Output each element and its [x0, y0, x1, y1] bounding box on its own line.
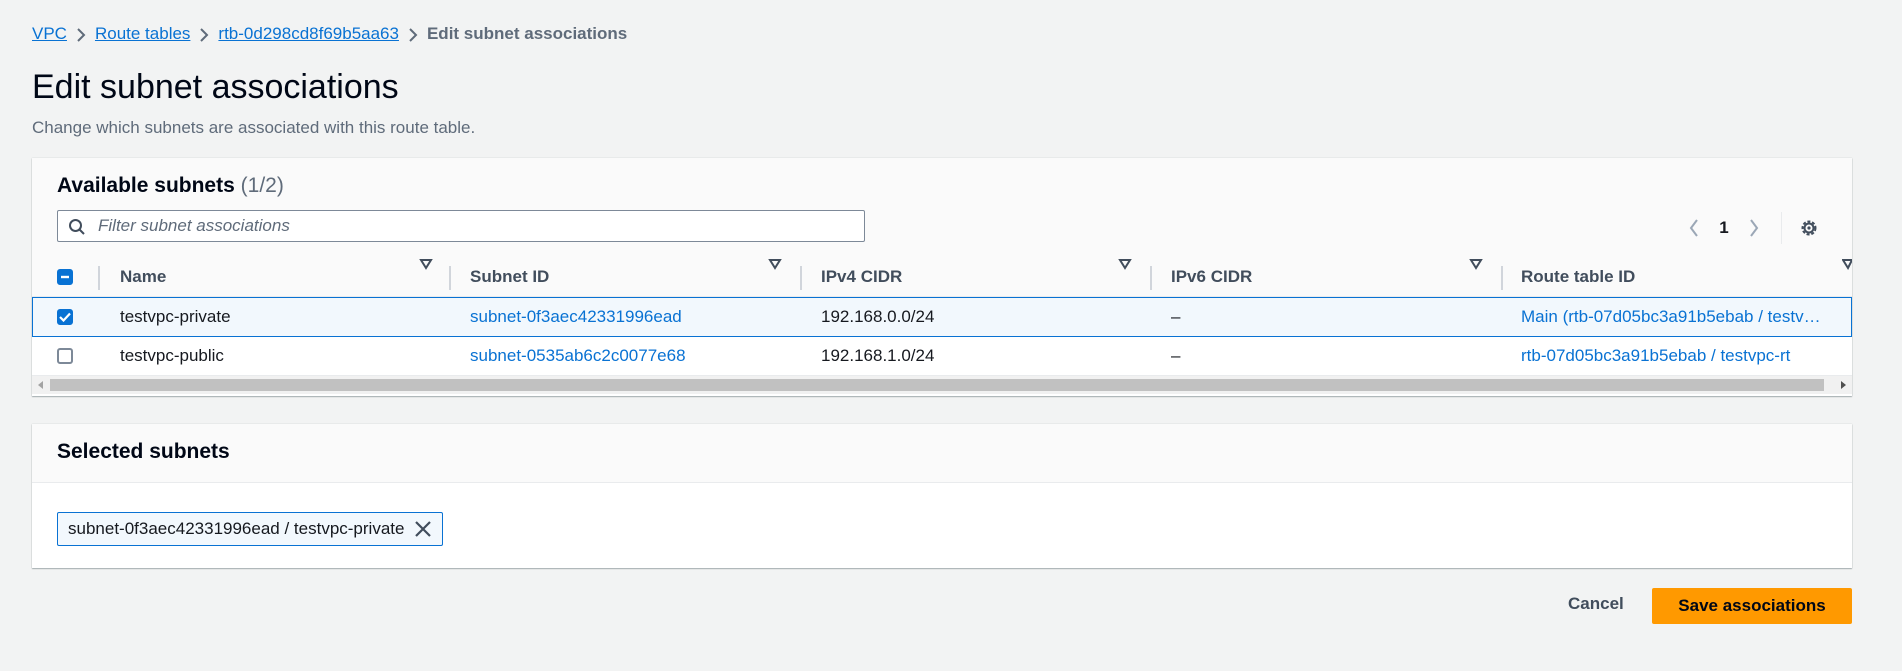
cell-name: testvpc-private: [120, 307, 231, 326]
column-header-name[interactable]: Name: [120, 258, 166, 296]
selected-subnet-token-label: subnet-0f3aec42331996ead / testvpc-priva…: [68, 519, 405, 538]
table-row[interactable]: testvpc-private subnet-0f3aec42331996ead…: [32, 297, 1852, 337]
column-divider[interactable]: [1150, 266, 1152, 290]
breadcrumb: VPC Route tables rtb-0d298cd8f69b5aa63 E…: [32, 24, 627, 44]
scroll-left-arrow-icon[interactable]: [32, 376, 50, 394]
cell-route-table-link[interactable]: Main (rtb-07d05bc3a91b5ebab / testv…: [1521, 298, 1821, 336]
scrollbar-thumb[interactable]: [50, 379, 1824, 391]
table-header: Name Subnet ID IPv4 CIDR IPv6 CIDR Route…: [32, 258, 1852, 297]
table-row[interactable]: testvpc-public subnet-0535ab6c2c0077e68 …: [32, 337, 1852, 376]
chevron-right-icon: [399, 24, 427, 44]
indeterminate-icon: [61, 275, 69, 279]
gear-icon: [1801, 220, 1817, 236]
cell-ipv4-cidr: 192.168.0.0/24: [821, 307, 935, 326]
column-divider[interactable]: [449, 266, 451, 290]
breadcrumb-current: Edit subnet associations: [426, 24, 628, 43]
available-subnets-title-text: Available subnets: [57, 174, 235, 197]
previous-page-button[interactable]: [1679, 213, 1709, 243]
selected-subnets-header: Selected subnets: [32, 424, 1852, 483]
column-header-subnet-id[interactable]: Subnet ID: [470, 258, 549, 296]
pagination: 1: [1679, 212, 1824, 244]
row-checkbox-cell: [57, 298, 73, 336]
select-all-checkbox[interactable]: [57, 269, 73, 285]
cell-subnet-id-link[interactable]: subnet-0535ab6c2c0077e68: [470, 337, 686, 375]
available-subnets-count: (1/2): [240, 174, 284, 197]
checkmark-icon: [59, 312, 71, 322]
cell-ipv4-cidr: 192.168.1.0/24: [821, 346, 935, 365]
chevron-right-icon: [67, 24, 95, 44]
sort-caret-icon[interactable]: [1842, 258, 1852, 270]
selected-subnet-token: subnet-0f3aec42331996ead / testvpc-priva…: [57, 512, 444, 546]
column-divider[interactable]: [1501, 266, 1503, 290]
available-subnets-header: Available subnets (1/2) 1: [32, 158, 1852, 259]
selected-subnets-panel: Selected subnets subnet-0f3aec42331996ea…: [32, 424, 1852, 568]
sort-caret-icon[interactable]: [419, 258, 433, 270]
cell-subnet-id-link[interactable]: subnet-0f3aec42331996ead: [470, 298, 682, 336]
column-divider: [98, 266, 100, 290]
chevron-right-icon: [1750, 219, 1759, 237]
selected-subnets-title: Selected subnets: [57, 440, 230, 463]
column-header-ipv6-cidr[interactable]: IPv6 CIDR: [1171, 258, 1252, 296]
scroll-right-arrow-icon[interactable]: [1834, 376, 1852, 394]
chevron-right-icon: [190, 24, 218, 44]
filter-box: [57, 210, 865, 242]
available-subnets-panel: Available subnets (1/2) 1: [32, 158, 1852, 396]
breadcrumb-vpc[interactable]: VPC: [32, 24, 67, 44]
close-icon: [415, 521, 432, 537]
sort-caret-icon[interactable]: [768, 258, 782, 270]
pager-divider: [1781, 212, 1782, 244]
subnets-table: Name Subnet ID IPv4 CIDR IPv6 CIDR Route…: [32, 258, 1852, 376]
horizontal-scrollbar[interactable]: [32, 376, 1852, 394]
page-description: Change which subnets are associated with…: [32, 118, 476, 137]
row-checkbox-cell: [57, 337, 73, 375]
next-page-button[interactable]: [1739, 213, 1769, 243]
page-title: Edit subnet associations: [32, 68, 399, 106]
column-divider[interactable]: [800, 266, 802, 290]
page-number[interactable]: 1: [1709, 218, 1739, 238]
breadcrumb-route-table-id[interactable]: rtb-0d298cd8f69b5aa63: [218, 24, 399, 44]
remove-token-button[interactable]: [414, 520, 432, 538]
select-all-cell: [57, 258, 73, 296]
page: VPC Route tables rtb-0d298cd8f69b5aa63 E…: [0, 0, 1902, 671]
row-checkbox[interactable]: [57, 348, 73, 364]
save-associations-button[interactable]: Save associations: [1652, 588, 1852, 624]
available-subnets-title: Available subnets (1/2): [57, 174, 284, 198]
row-checkbox[interactable]: [57, 309, 73, 325]
cell-ipv6-cidr: –: [1171, 307, 1181, 326]
column-header-ipv4-cidr[interactable]: IPv4 CIDR: [821, 258, 902, 296]
sort-caret-icon[interactable]: [1469, 258, 1483, 270]
preferences-button[interactable]: [1794, 213, 1824, 243]
sort-caret-icon[interactable]: [1118, 258, 1132, 270]
cancel-button[interactable]: Cancel: [1548, 586, 1644, 622]
chevron-left-icon: [1689, 219, 1698, 237]
cell-route-table-link[interactable]: rtb-07d05bc3a91b5ebab / testvpc-rt: [1521, 337, 1790, 375]
cell-ipv6-cidr: –: [1171, 346, 1181, 365]
breadcrumb-route-tables[interactable]: Route tables: [95, 24, 190, 44]
search-icon: [69, 219, 85, 235]
cell-name: testvpc-public: [120, 346, 224, 365]
filter-input[interactable]: [98, 211, 848, 241]
column-header-route-table-id[interactable]: Route table ID: [1521, 258, 1635, 296]
